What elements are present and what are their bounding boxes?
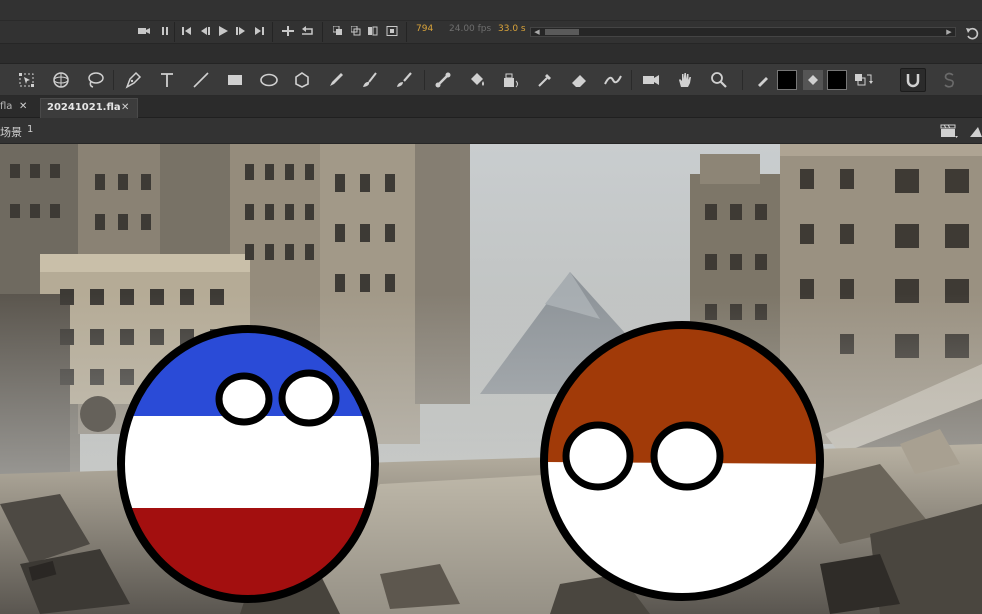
stage-artwork — [0, 144, 982, 614]
scene-label[interactable]: 场景 — [0, 124, 22, 140]
modify-onion-markers-icon[interactable] — [386, 26, 398, 37]
lasso-icon[interactable] — [84, 69, 106, 91]
brush-icon[interactable] — [393, 69, 415, 91]
right-eye — [278, 369, 340, 427]
step-forward-icon[interactable] — [236, 26, 246, 37]
go-to-last-frame-icon[interactable] — [254, 26, 264, 37]
bone-tool-icon[interactable] — [432, 69, 454, 91]
tab-label: fla — [0, 101, 13, 112]
divider — [742, 70, 743, 90]
camera-view-icon[interactable] — [138, 26, 150, 37]
close-icon[interactable]: ✕ — [19, 98, 27, 116]
scrollbar-thumb[interactable] — [545, 29, 579, 35]
scroll-left-icon[interactable]: ◀ — [531, 28, 543, 36]
edit-multiple-frames-icon[interactable] — [368, 26, 378, 37]
elapsed-time[interactable]: 33.0 s — [498, 24, 526, 34]
close-icon[interactable]: ✕ — [121, 99, 129, 117]
line-tool-icon[interactable] — [190, 69, 212, 91]
3d-rotation-icon[interactable] — [50, 69, 72, 91]
stage-canvas[interactable] — [0, 144, 982, 614]
scene-number: 1 — [27, 124, 34, 135]
width-tool-icon[interactable] — [602, 69, 624, 91]
divider — [113, 70, 114, 90]
fill-color-swatch[interactable] — [827, 70, 847, 90]
polystar-tool-icon[interactable] — [291, 69, 313, 91]
paint-brush-icon[interactable] — [359, 69, 381, 91]
divider — [272, 22, 273, 42]
divider — [0, 20, 982, 21]
divider — [406, 22, 407, 42]
pause-icon[interactable] — [161, 26, 169, 37]
eraser-icon[interactable] — [568, 69, 590, 91]
pencil-icon[interactable] — [325, 69, 347, 91]
right-eye — [650, 421, 724, 491]
eyedropper-icon[interactable] — [534, 69, 556, 91]
swap-colors-icon[interactable] — [852, 69, 874, 91]
divider — [174, 22, 175, 42]
pen-icon[interactable] — [122, 69, 144, 91]
tab-active-document[interactable]: 20241021.fla ✕ — [40, 98, 138, 118]
text-tool-icon[interactable] — [156, 69, 178, 91]
current-frame[interactable]: 794 — [416, 24, 433, 34]
ink-bottle-icon[interactable] — [500, 69, 522, 91]
onion-skin-outlines-icon[interactable] — [351, 26, 361, 37]
step-back-icon[interactable] — [200, 26, 210, 37]
smoothing-icon[interactable] — [938, 69, 960, 91]
tab-label: 20241021.fla — [47, 102, 121, 113]
undo-icon[interactable] — [965, 25, 979, 40]
divider — [424, 70, 425, 90]
divider — [322, 22, 323, 42]
onion-skin-icon[interactable] — [333, 26, 343, 37]
left-eye — [215, 372, 273, 426]
fill-bucket-icon — [802, 69, 824, 91]
go-to-first-frame-icon[interactable] — [182, 26, 192, 37]
timeline-scrollbar[interactable]: ◀ ▶ — [530, 27, 956, 37]
hand-tool-icon[interactable] — [674, 69, 696, 91]
center-frame-icon[interactable] — [282, 26, 294, 37]
rectangle-tool-icon[interactable] — [224, 69, 246, 91]
tools-toolbar — [0, 64, 982, 96]
camera-tool-icon[interactable] — [640, 69, 662, 91]
edit-bar: 场景 1 — [0, 118, 982, 144]
play-icon[interactable] — [218, 26, 228, 37]
divider — [631, 70, 632, 90]
zoom-tool-icon[interactable] — [708, 69, 730, 91]
snap-to-objects-button[interactable] — [900, 68, 926, 92]
loop-playback-icon[interactable] — [301, 26, 315, 37]
tab-previous-document[interactable]: fla ✕ — [0, 98, 40, 118]
edit-symbols-icon[interactable] — [966, 123, 982, 139]
free-transform-icon[interactable] — [16, 69, 38, 91]
edit-scene-icon[interactable] — [940, 123, 958, 139]
oval-tool-icon[interactable] — [258, 69, 280, 91]
frame-rate[interactable]: 24.00 fps — [449, 24, 491, 34]
document-tabs: fla ✕ 20241021.fla ✕ — [0, 96, 982, 118]
stroke-pencil-icon — [752, 69, 774, 91]
stroke-color-swatch[interactable] — [777, 70, 797, 90]
paint-bucket-icon[interactable] — [466, 69, 488, 91]
timeline-controls: 794 24.00 fps 33.0 s ◀ ▶ — [0, 0, 982, 44]
panel-header-bar — [0, 44, 982, 64]
left-eye — [562, 421, 634, 491]
scroll-right-icon[interactable]: ▶ — [943, 28, 955, 36]
